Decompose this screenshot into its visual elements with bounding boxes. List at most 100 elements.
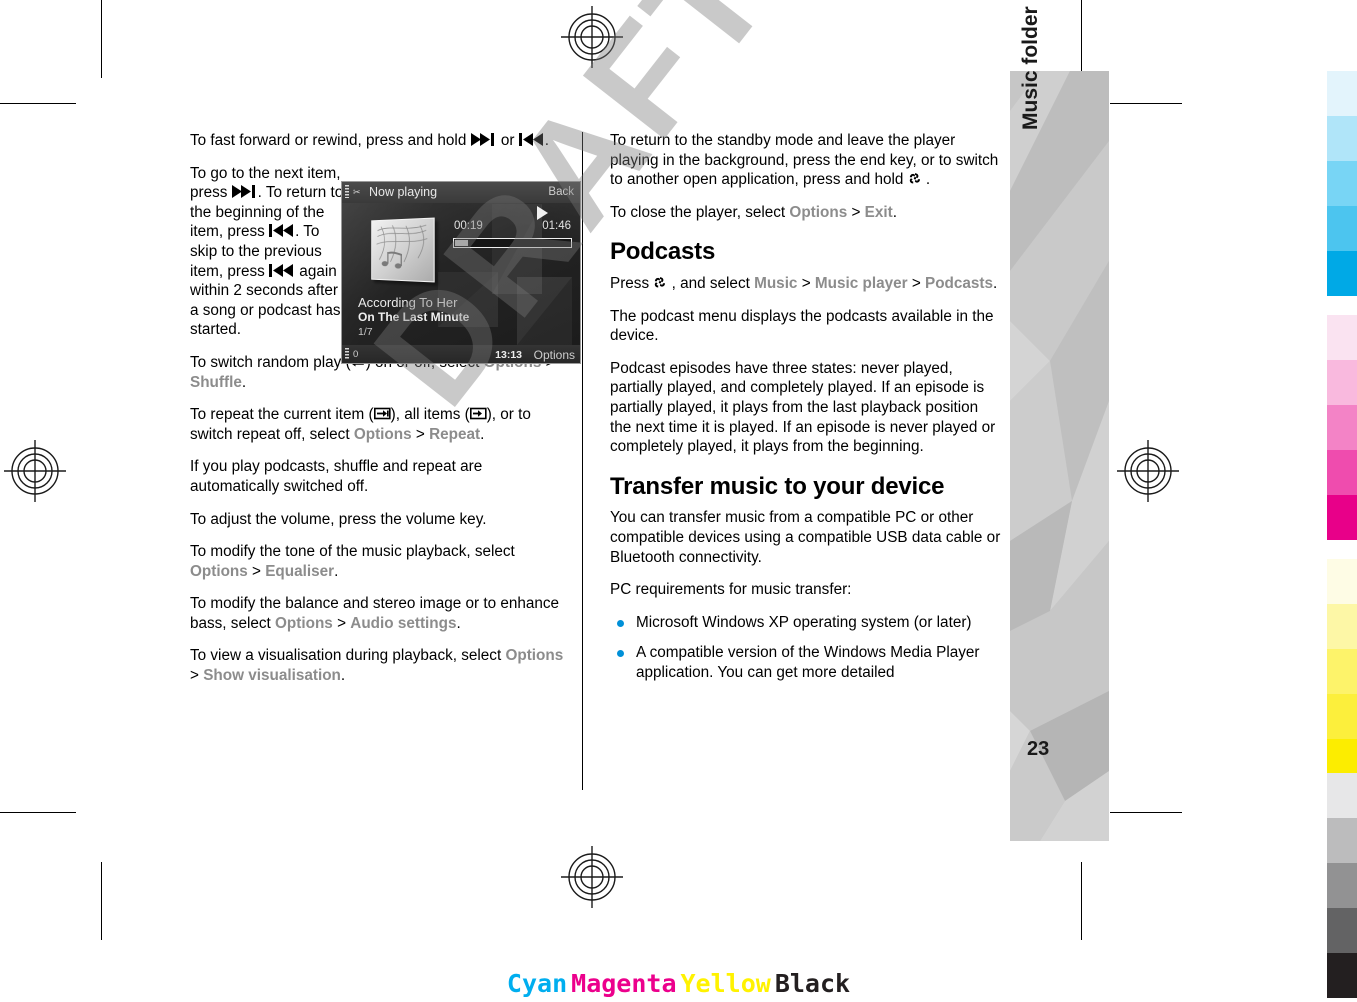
color-swatch-magenta-10 [1327,315,1357,360]
paragraph-volume: To adjust the volume, press the volume k… [190,510,487,528]
status-clock: 13:13 [495,349,522,361]
crop-mark-top-left-horizontal [0,103,76,104]
screenshot-options-softkey[interactable]: Options [534,348,575,362]
ui-options: Options [190,562,248,580]
paragraph-podcast-menu: The podcast menu displays the podcasts a… [610,307,994,345]
ui-show-visualisation: Show visualisation [203,667,341,685]
paragraph-audio-settings: To modify the balance and stereo image o… [190,595,560,632]
right-text-column: To return to the standby mode and leave … [610,131,1002,694]
crop-mark-top-right-horizontal [1110,103,1182,104]
crop-mark-bottom-right-horizontal [1110,812,1182,813]
track-title: According To Her [358,295,458,310]
color-swatch-yellow-75 [1327,694,1357,739]
fast-forward-icon [470,133,497,146]
play-state-icon [537,206,548,220]
offline-mode-icon: ✂ [353,187,361,197]
menu-key-icon [908,172,922,185]
path-separator: > [415,425,425,443]
track-index: 1/7 [358,326,373,338]
cmyk-footer: Cyan Magenta Yellow Black [0,969,1357,998]
color-swatch-cyan-100 [1327,251,1357,296]
paragraph-podcasts-shuffle-off: If you play podcasts, shuffle and repeat… [190,458,483,495]
list-item: Microsoft Windows XP operating system (o… [610,613,1002,633]
time-total: 01:46 [542,220,571,232]
color-swatch-magenta-75 [1327,450,1357,495]
crop-mark-bottom-left-vertical [101,862,102,940]
color-swatch-yellow-25 [1327,604,1357,649]
color-swatch-grey-10 [1327,773,1357,818]
screenshot-grip-bottom-icon [345,348,349,360]
color-swatch-magenta-100 [1327,495,1357,540]
color-swatch-cyan-50 [1327,161,1357,206]
paragraph-repeat: To repeat the current item (), all items… [190,406,531,443]
ui-shuffle: Shuffle [190,373,242,391]
registration-mark-top [561,6,623,68]
tab-facet-pattern [1010,71,1109,841]
path-separator: > [252,562,261,580]
chapter-tab-graphic [1010,71,1109,841]
album-art-thumbnail [371,217,435,283]
color-swatch-cyan-25 [1327,116,1357,161]
page-number: 23 [1027,738,1050,760]
path-separator: > [911,274,921,292]
heading-transfer-music: Transfer music to your device [610,472,945,500]
ui-repeat: Repeat [429,425,481,443]
rewind-icon [269,263,295,277]
ui-exit: Exit [864,203,893,221]
ui-music: Music [754,274,798,292]
color-swatch-cyan-75 [1327,206,1357,251]
playback-progress-bar[interactable] [453,238,572,248]
ui-options: Options [353,425,412,443]
ui-podcasts: Podcasts [925,274,994,292]
path-separator: > [337,614,347,632]
crop-mark-top-right-vertical [1081,0,1082,78]
phone-screenshot-now-playing: ✂ Now playing Back 00:19 01:46 According… [341,181,581,364]
registration-mark-left [4,440,66,502]
printed-page: Music folder 23 To fast forward or rewin… [0,0,1357,1002]
color-swatch-yellow-10 [1327,559,1357,604]
cmyk-label-yellow: Yellow [680,969,771,998]
crop-mark-bottom-left-horizontal [0,812,76,813]
path-separator: > [190,667,199,685]
color-swatch-cyan-10 [1327,71,1357,116]
paragraph-pc-requirements: PC requirements for music transfer: [610,581,852,599]
paragraph-podcast-states: Podcast episodes have three states: neve… [610,359,996,456]
color-swatch-magenta-25 [1327,360,1357,405]
paragraph-show-visualisation: To view a visualisation during playback,… [190,647,564,685]
cmyk-label-black: Black [774,969,851,998]
pc-requirements-list: Microsoft Windows XP operating system (o… [610,613,1002,683]
ui-equaliser: Equaliser [265,562,335,580]
chapter-tab-label: Music folder [1019,6,1042,130]
path-separator: > [801,274,811,292]
battery-indicator: 0 [353,349,359,360]
menu-key-icon [653,276,667,289]
paragraph-close-player: To close the player, select Options > Ex… [610,203,897,221]
rewind-icon [518,133,545,146]
screenshot-back-softkey[interactable]: Back [548,186,574,198]
paragraph-podcasts-path: Press , and select Music > Music player … [610,274,998,292]
paragraph-equaliser: To modify the tone of the music playback… [190,543,515,580]
registration-mark-bottom [561,846,623,908]
column-divider [582,132,583,790]
album-title: On The Last Minute [358,310,470,324]
color-swatch-magenta-50 [1327,405,1357,450]
heading-podcasts: Podcasts [610,238,716,266]
ui-options: Options [789,203,848,221]
color-swatch-grey-25 [1327,818,1357,863]
paragraph-fast-forward: To fast forward or rewind, press and hol… [190,132,549,149]
paragraph-next-previous-item: To go to the next item, press . To retur… [190,164,344,339]
registration-mark-right [1117,440,1179,502]
color-swatch-yellow-50 [1327,649,1357,694]
screenshot-grip-top-icon [345,185,349,198]
paragraph-transfer-intro: You can transfer music from a compatible… [610,509,1001,566]
playback-progress-fill [455,240,468,246]
cmyk-label-cyan: Cyan [506,969,568,998]
path-separator: > [851,203,861,221]
time-elapsed: 00:19 [454,220,483,232]
ui-audio-settings: Audio settings [350,614,457,632]
repeat-one-icon [373,407,391,420]
cmyk-label-magenta: Magenta [571,969,677,998]
crop-mark-bottom-right-vertical [1081,862,1082,940]
ui-music-player: Music player [814,274,908,292]
list-item: A compatible version of the Windows Medi… [610,643,1002,682]
